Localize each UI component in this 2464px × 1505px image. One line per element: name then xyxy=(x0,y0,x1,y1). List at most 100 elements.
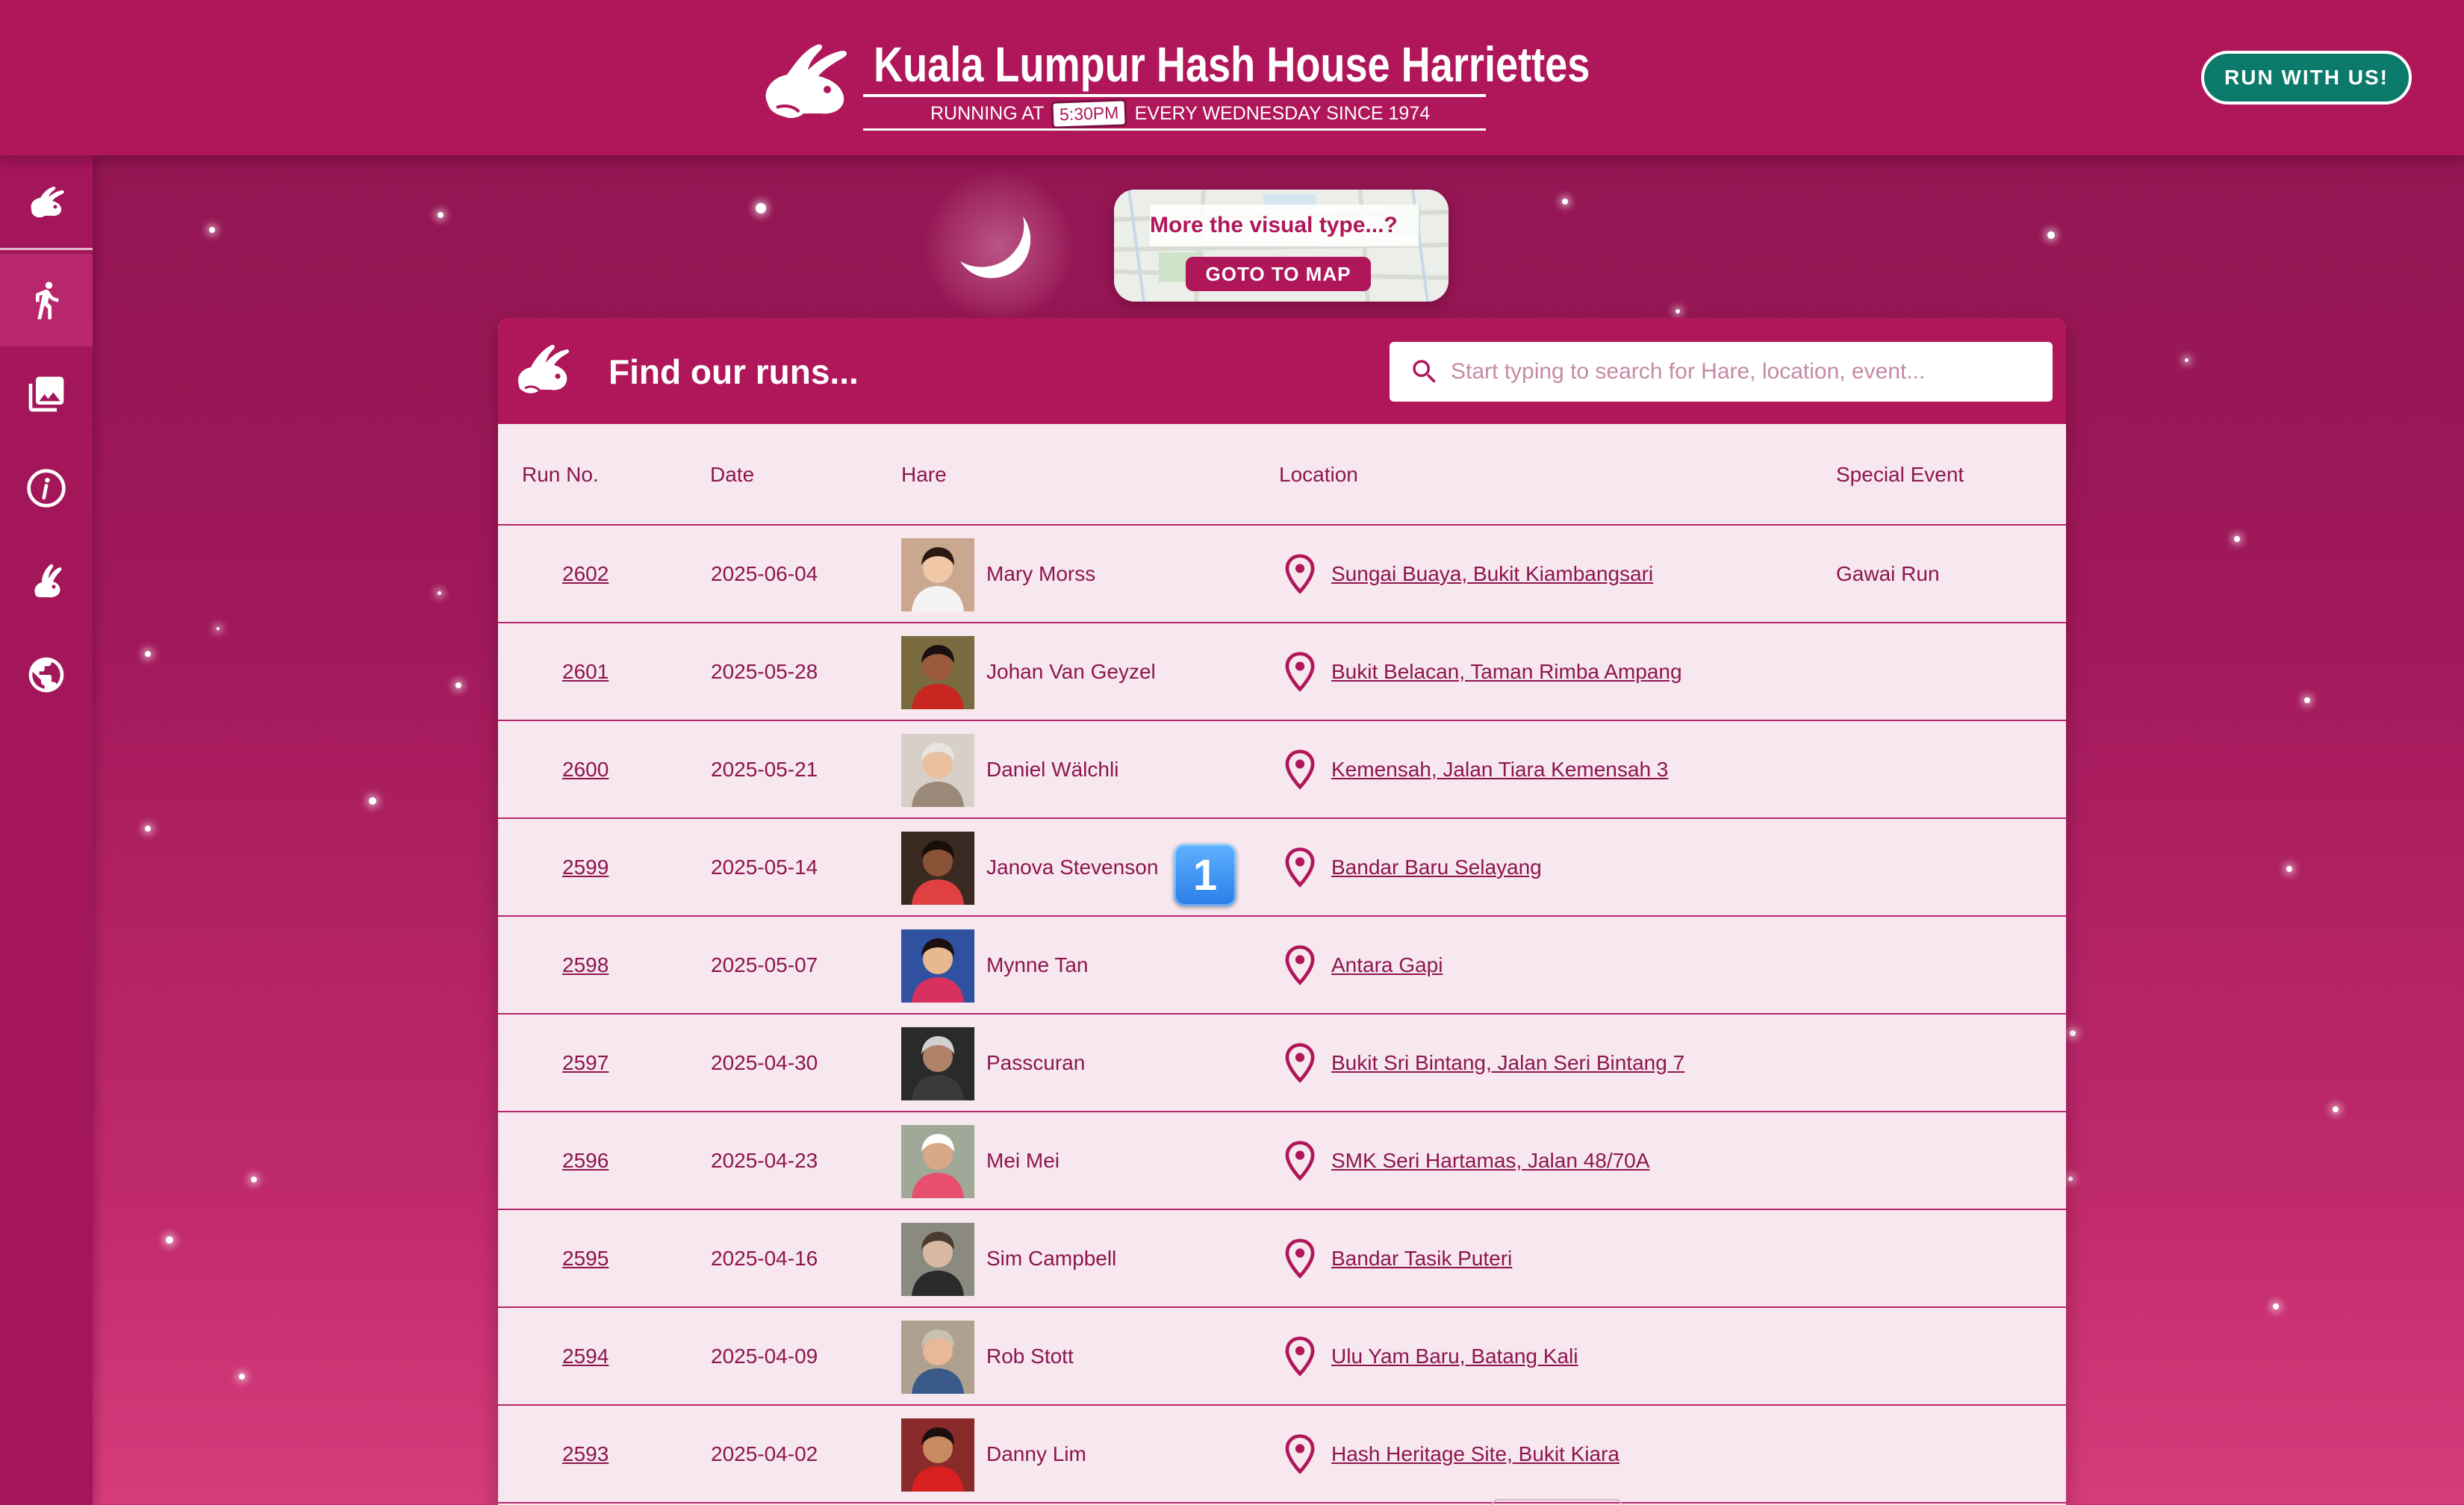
hare-name: Mynne Tan xyxy=(986,953,1089,976)
column-run-no[interactable]: Run No. xyxy=(522,424,599,526)
run-number-link[interactable]: 2595 xyxy=(562,1247,609,1271)
step-badge: 1 xyxy=(1174,844,1236,906)
location-cell: Bukit Sri Bintang, Jalan Seri Bintang 7 xyxy=(1331,1015,1684,1111)
location-link[interactable]: Kemensah, Jalan Tiara Kemensah 3 xyxy=(1331,758,1668,782)
logo-divider xyxy=(863,94,1486,97)
goto-map-button[interactable]: GOTO TO MAP xyxy=(1186,257,1371,291)
rabbit-icon xyxy=(517,344,569,393)
run-number-link[interactable]: 2600 xyxy=(562,758,609,782)
location-pin-icon xyxy=(1285,1238,1315,1279)
run-number-link[interactable]: 2593 xyxy=(562,1442,609,1466)
hare-avatar xyxy=(901,1223,974,1296)
table-row[interactable]: 2600 2025-05-21 Daniel Wälchli Kemensah,… xyxy=(498,721,2066,819)
avatar-photo xyxy=(901,734,974,807)
location-link[interactable]: Antara Gapi xyxy=(1331,953,1443,977)
hare-avatar xyxy=(901,1418,974,1492)
table-row[interactable]: 2601 2025-05-28 Johan Van Geyzel Bukit B… xyxy=(498,623,2066,721)
location-link[interactable]: Ulu Yam Baru, Batang Kali xyxy=(1331,1344,1578,1368)
table-row[interactable]: 2593 2025-04-02 Danny Lim Hash Heritage … xyxy=(498,1406,2066,1504)
run-number-cell: 2596 xyxy=(562,1112,609,1209)
run-number-cell: 2593 xyxy=(562,1406,609,1502)
location-link[interactable]: Hash Heritage Site, Bukit Kiara xyxy=(1331,1442,1620,1466)
run-date: 2025-05-28 xyxy=(711,659,818,683)
map-promo-card[interactable]: More the visual type...? GOTO TO MAP xyxy=(1114,190,1449,302)
search-input[interactable] xyxy=(1451,359,2033,384)
table-row[interactable]: 2594 2025-04-09 Rob Stott Ulu Yam Baru, … xyxy=(498,1308,2066,1406)
run-date: 2025-06-04 xyxy=(711,561,818,585)
location-link[interactable]: SMK Seri Hartamas, Jalan 48/70A xyxy=(1331,1149,1649,1173)
hare-avatar xyxy=(901,636,974,709)
run-date: 2025-05-21 xyxy=(711,757,818,781)
run-date: 2025-04-16 xyxy=(711,1246,818,1270)
hare-name: Daniel Wälchli xyxy=(986,757,1119,781)
avatar-photo xyxy=(901,1027,974,1100)
sidebar-item-gallery[interactable] xyxy=(0,348,93,440)
location-pin-icon xyxy=(1285,1434,1315,1474)
avatar-photo xyxy=(901,1223,974,1296)
table-row[interactable]: 2602 2025-06-04 Mary Morss Sungai Buaya,… xyxy=(498,526,2066,623)
sidebar-item-hares[interactable] xyxy=(0,535,93,627)
rabbit-logo-icon xyxy=(765,44,847,119)
run-number-link[interactable]: 2594 xyxy=(562,1344,609,1368)
column-location[interactable]: Location xyxy=(1279,424,1358,526)
column-date[interactable]: Date xyxy=(710,424,754,526)
location-pin-icon xyxy=(1285,847,1315,888)
column-special-event[interactable]: Special Event xyxy=(1836,424,1964,526)
run-number-cell: 2597 xyxy=(562,1015,609,1111)
info-icon xyxy=(27,469,66,508)
hare-avatar xyxy=(901,734,974,807)
star xyxy=(2070,1030,2076,1036)
location-link[interactable]: Bukit Belacan, Taman Rimba Ampang xyxy=(1331,660,1682,684)
run-date: 2025-04-02 xyxy=(711,1442,818,1465)
hare-avatar xyxy=(901,1321,974,1394)
tagline-after: EVERY WEDNESDAY SINCE 1974 xyxy=(1134,102,1431,124)
star xyxy=(217,627,220,630)
load-more-button[interactable] xyxy=(1491,1499,1623,1505)
location-pin-icon xyxy=(1285,554,1315,594)
table-row[interactable]: 2598 2025-05-07 Mynne Tan Antara Gapi xyxy=(498,917,2066,1015)
globe-icon xyxy=(28,657,64,693)
location-link[interactable]: Sungai Buaya, Bukit Kiambangsari xyxy=(1331,562,1653,586)
search-box[interactable] xyxy=(1390,342,2053,402)
run-number-link[interactable]: 2602 xyxy=(562,562,609,586)
star xyxy=(2333,1106,2339,1112)
run-number-link[interactable]: 2598 xyxy=(562,953,609,977)
run-date: 2025-04-09 xyxy=(711,1344,818,1368)
hare-avatar xyxy=(901,1027,974,1100)
sidebar-item-info[interactable] xyxy=(0,442,93,535)
table-row[interactable]: 2599 2025-05-14 Janova Stevenson Bandar … xyxy=(498,819,2066,917)
star xyxy=(2047,231,2055,239)
hare-avatar xyxy=(901,1125,974,1198)
table-row[interactable]: 2595 2025-04-16 Sim Campbell Bandar Tasi… xyxy=(498,1210,2066,1308)
run-number-cell: 2600 xyxy=(562,721,609,817)
run-number-link[interactable]: 2601 xyxy=(562,660,609,684)
location-cell: SMK Seri Hartamas, Jalan 48/70A xyxy=(1331,1112,1649,1209)
location-link[interactable]: Bandar Baru Selayang xyxy=(1331,856,1542,879)
table-row[interactable]: 2597 2025-04-30 Passcuran Bukit Sri Bint… xyxy=(498,1015,2066,1112)
runs-panel-header: Find our runs... xyxy=(498,318,2066,424)
run-number-link[interactable]: 2597 xyxy=(562,1051,609,1075)
avatar-photo xyxy=(901,929,974,1003)
avatar-photo xyxy=(901,1321,974,1394)
location-cell: Hash Heritage Site, Bukit Kiara xyxy=(1331,1406,1620,1502)
run-number-link[interactable]: 2599 xyxy=(562,856,609,879)
special-event: Gawai Run xyxy=(1836,561,1940,585)
sidebar-item-world[interactable] xyxy=(0,629,93,721)
location-pin-icon xyxy=(1285,1336,1315,1377)
hare-avatar xyxy=(901,929,974,1003)
site-logo[interactable]: Kuala Lumpur Hash House Harriettes RUNNI… xyxy=(754,33,1590,131)
star xyxy=(2068,1177,2073,1181)
sidebar-item-runs[interactable] xyxy=(0,254,93,346)
table-row[interactable]: 2596 2025-04-23 Mei Mei SMK Seri Hartama… xyxy=(498,1112,2066,1210)
tagline-time: 5:30PM xyxy=(1051,98,1128,129)
avatar-photo xyxy=(901,538,974,611)
location-pin-icon xyxy=(1285,750,1315,790)
location-pin-icon xyxy=(1285,945,1315,985)
location-link[interactable]: Bukit Sri Bintang, Jalan Seri Bintang 7 xyxy=(1331,1051,1684,1075)
location-link[interactable]: Bandar Tasik Puteri xyxy=(1331,1247,1512,1271)
sidebar-item-home[interactable] xyxy=(0,155,93,248)
run-with-us-button[interactable]: RUN WITH US! xyxy=(2201,51,2412,105)
column-hare[interactable]: Hare xyxy=(901,424,947,526)
star xyxy=(455,682,461,688)
run-number-link[interactable]: 2596 xyxy=(562,1149,609,1173)
